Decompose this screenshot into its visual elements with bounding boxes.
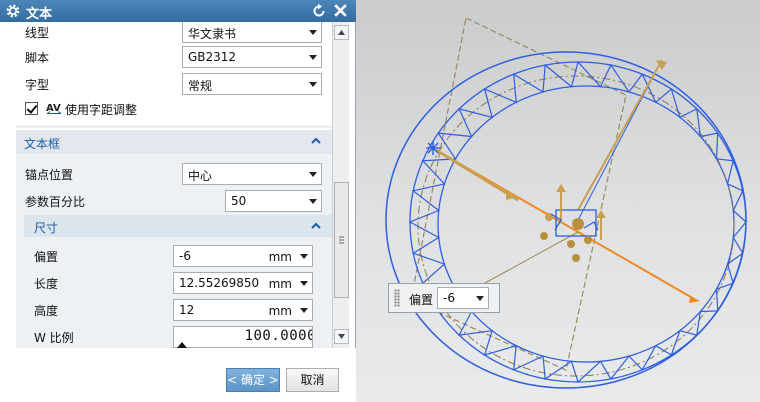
length-label: 长度 [34, 277, 59, 291]
offset-unit: mm [268, 250, 292, 264]
gold-vertical-arrow [577, 59, 663, 211]
textbox-group-header[interactable]: 文本框 [16, 130, 332, 154]
start-marker [426, 141, 440, 155]
w-ratio-row: W 比例 100.0000 [0, 324, 332, 348]
chevron-down-icon [309, 172, 317, 177]
offset-input[interactable]: -6 mm [173, 245, 313, 267]
offset-label: 偏置 [34, 250, 59, 264]
style-label: 字型 [25, 78, 50, 92]
style-row: 字型 常规 [0, 71, 332, 97]
dialog-content: 线型 华文隶书 脚本 GB2312 字型 常规 AV 使用字距调整 文本框 锚点… [0, 22, 332, 348]
chevron-down-icon [338, 334, 345, 339]
offset-row: 偏置 -6 mm [0, 243, 332, 269]
chevron-down-icon [476, 296, 484, 301]
style-value: 常规 [188, 79, 213, 93]
dialog-footer: < 确定 > 取消 [0, 348, 356, 402]
scroll-up-button[interactable] [334, 25, 349, 40]
anchor-label: 锚点位置 [25, 168, 74, 182]
chevron-down-icon [309, 199, 317, 204]
height-input[interactable]: 12 mm [173, 299, 313, 321]
scroll-thumb[interactable] [334, 182, 349, 298]
height-unit: mm [268, 304, 292, 318]
graphics-viewport[interactable] [356, 0, 760, 402]
handle-offset-combo[interactable]: -6 [437, 287, 489, 309]
chevron-down-icon [300, 281, 308, 286]
chevron-down-icon [300, 254, 308, 259]
w-ratio-value: 100.0000 [244, 328, 313, 344]
length-input[interactable]: 12.55269850 mm [173, 272, 313, 294]
text-dialog: 文本 线型 华文隶书 脚本 GB2312 字型 常规 AV 使用字距调整 文本框… [0, 0, 356, 402]
blue-axis-line [577, 74, 655, 221]
anchor-value: 中心 [188, 169, 213, 183]
dialog-title: 文本 [26, 7, 53, 22]
outer-path-circle [385, 51, 747, 389]
chevron-down-icon [309, 30, 317, 35]
chevron-up-icon [338, 30, 345, 35]
script-combo[interactable]: GB2312 [182, 46, 322, 68]
w-ratio-input[interactable]: 100.0000 [173, 326, 313, 348]
offset-handle[interactable]: 偏置 -6 [388, 283, 500, 313]
height-label: 高度 [34, 304, 59, 318]
kerning-label: 使用字距调整 [65, 103, 138, 117]
gear-icon [6, 4, 20, 18]
height-row: 高度 12 mm [0, 297, 332, 323]
kerning-checkbox[interactable] [25, 102, 38, 115]
kerning-row: AV 使用字距调整 [0, 96, 332, 122]
chevron-down-icon [309, 55, 317, 60]
chevron-up-icon [311, 222, 321, 229]
font-label: 线型 [25, 26, 50, 40]
script-value: GB2312 [188, 50, 237, 64]
font-combo[interactable]: 华文隶书 [182, 22, 322, 43]
font-value: 华文隶书 [188, 27, 237, 41]
chevron-up-icon [311, 137, 321, 144]
arrow-head-right [689, 296, 700, 303]
cancel-button[interactable]: 取消 [286, 368, 339, 392]
anchor-row: 锚点位置 中心 [0, 161, 332, 187]
vertical-scrollbar[interactable] [332, 22, 349, 348]
size-group-header[interactable]: 尺寸 [24, 215, 332, 237]
style-combo[interactable]: 常规 [182, 73, 322, 95]
font-row: 线型 华文隶书 [0, 22, 332, 45]
w-ratio-label: W 比例 [34, 331, 74, 345]
reset-icon[interactable] [311, 3, 327, 19]
ok-button[interactable]: < 确定 > [226, 368, 280, 392]
group-spacer [16, 125, 332, 128]
chevron-down-icon [300, 308, 308, 313]
handle-offset-value: -6 [443, 291, 455, 305]
length-row: 长度 12.55269850 mm [0, 270, 332, 296]
grip-icon [339, 236, 344, 244]
script-row: 脚本 GB2312 [0, 44, 332, 70]
length-unit: mm [268, 277, 292, 291]
lattice-inner-edge [437, 85, 735, 363]
percent-value: 50 [231, 194, 247, 208]
height-value: 12 [179, 303, 195, 317]
dialog-titlebar[interactable]: 文本 [0, 0, 356, 22]
close-icon[interactable] [332, 2, 349, 19]
chevron-down-icon [309, 82, 317, 87]
drag-grip-icon[interactable] [394, 289, 400, 307]
scroll-down-button[interactable] [334, 329, 349, 344]
percent-label: 参数百分比 [25, 195, 86, 209]
handle-label: 偏置 [409, 293, 434, 307]
script-label: 脚本 [25, 51, 50, 65]
center-manipulator [540, 184, 606, 262]
textbox-group-title: 文本框 [24, 137, 61, 151]
leader-line [475, 231, 579, 289]
length-value: 12.55269850 [179, 276, 260, 290]
percent-row: 参数百分比 50 [0, 188, 332, 214]
offset-value: -6 [179, 249, 191, 263]
text-on-path-model[interactable] [356, 0, 760, 402]
percent-combo[interactable]: 50 [225, 190, 322, 212]
kerning-icon: AV [46, 103, 62, 114]
size-group-title: 尺寸 [34, 221, 59, 235]
anchor-combo[interactable]: 中心 [182, 163, 322, 185]
